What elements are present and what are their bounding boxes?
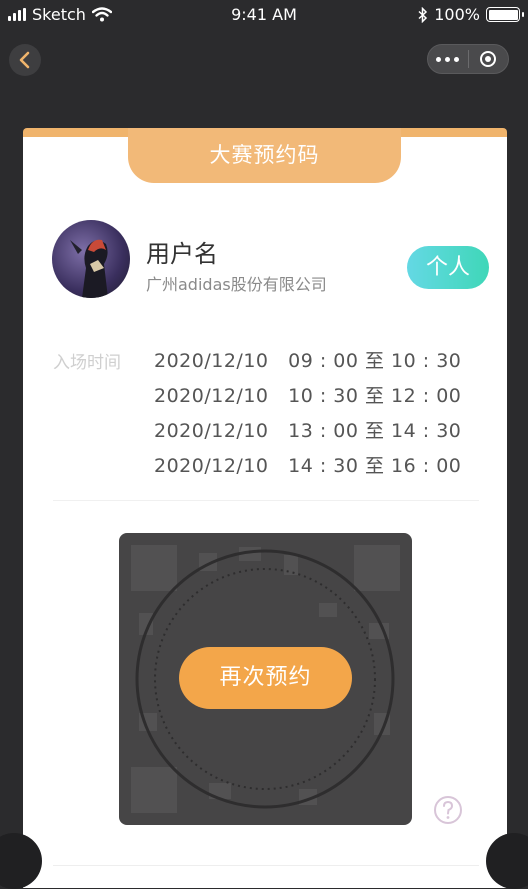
mini-program-capsule [427,44,509,74]
time-slot: 2020/12/10 13 : 00 至 14 : 30 [154,420,462,442]
question-circle-icon[interactable] [433,795,463,825]
company-name: 广州adidas股份有限公司 [146,275,327,294]
battery-percent: 100% [434,5,480,24]
type-badge: 个人 [407,246,489,289]
status-bar: Sketch 9:41 AM 100% [0,0,528,30]
card-title: 大赛预约码 [128,128,401,183]
close-target-button[interactable] [468,50,508,68]
avatar [52,220,130,298]
reservation-card: 大赛预约码 用户名 广州adidas股份有限公司 个人 入场时间 2020/12… [23,128,507,888]
more-dots-icon[interactable] [428,56,468,62]
target-icon [480,51,497,67]
bluetooth-icon [418,6,428,23]
time-slot: 2020/12/10 10 : 30 至 12 : 00 [154,385,462,407]
battery-icon [486,7,524,22]
back-button[interactable] [9,44,41,76]
user-name: 用户名 [146,240,218,268]
rebook-button[interactable]: 再次预约 [179,647,352,709]
avatar-image [70,239,108,298]
qr-code-panel: 再次预约 [119,533,412,825]
time-slot: 2020/12/10 14 : 30 至 16 : 00 [154,455,462,477]
chevron-left-icon [19,51,30,69]
bottom-divider [53,865,479,866]
entry-time-label: 入场时间 [53,353,121,373]
status-right: 100% [418,5,524,24]
time-slot: 2020/12/10 09 : 00 至 10 : 30 [154,350,462,372]
divider [53,500,479,501]
